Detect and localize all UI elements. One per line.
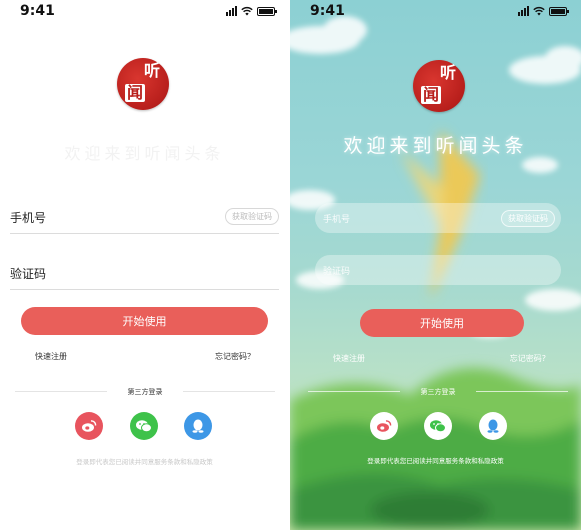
login-screen-light: 9:41 听 闻 欢迎来到听闻头条 手机号 获取验证码 验证码 开始使用 快速注… (0, 0, 289, 530)
divider-right (476, 391, 568, 392)
status-bar: 9:41 (0, 2, 289, 22)
qq-icon (192, 419, 204, 433)
legal-text: 登录即代表您已阅读并同意服务条款和私隐政策 (76, 458, 213, 466)
code-label: 验证码 (10, 267, 47, 281)
welcome-title: 欢迎来到听闻头条 (64, 144, 225, 163)
legal-text: 登录即代表您已阅读并同意服务条款和私隐政策 (367, 457, 504, 465)
third-party-title: 第三方登录 (420, 388, 456, 396)
qq-icon (487, 419, 499, 433)
code-field[interactable]: 验证码 (10, 259, 279, 290)
logo-char-top: 听 (439, 63, 456, 82)
status-icons (518, 6, 569, 16)
status-bar: 9:41 (290, 2, 581, 22)
wifi-icon (241, 6, 253, 16)
qq-button[interactable] (479, 412, 507, 440)
divider-left (308, 391, 400, 392)
start-button[interactable]: 开始使用 (360, 309, 524, 337)
weibo-button[interactable] (75, 412, 103, 440)
qq-button[interactable] (184, 412, 212, 440)
status-icons (226, 6, 277, 16)
weibo-icon (82, 420, 97, 432)
battery-icon (257, 6, 277, 16)
forgot-password-link[interactable]: 忘记密码? (510, 353, 546, 364)
divider-left (15, 391, 107, 392)
weibo-icon (377, 420, 392, 432)
phone-label: 手机号 (10, 211, 47, 225)
wechat-icon (430, 420, 446, 433)
wifi-icon (533, 6, 545, 16)
status-time: 9:41 (310, 3, 345, 19)
app-logo: 听 闻 (413, 60, 465, 112)
code-field[interactable]: 验证码 (315, 255, 561, 285)
get-code-button[interactable]: 获取验证码 (501, 210, 555, 227)
phone-field[interactable]: 手机号 获取验证码 (10, 203, 279, 234)
forgot-password-link[interactable]: 忘记密码？ (215, 351, 255, 362)
status-time: 9:41 (20, 3, 55, 19)
app-logo: 听 闻 (117, 58, 169, 110)
logo-char-bottom: 闻 (421, 85, 442, 104)
register-link[interactable]: 快速注册 (333, 353, 365, 364)
logo-char-top: 听 (143, 61, 160, 80)
weibo-button[interactable] (370, 412, 398, 440)
wechat-icon (136, 420, 152, 433)
register-link[interactable]: 快速注册 (35, 351, 67, 362)
start-button[interactable]: 开始使用 (21, 307, 268, 335)
divider-right (183, 391, 275, 392)
get-code-button[interactable]: 获取验证码 (225, 208, 279, 225)
signal-icon (226, 6, 237, 16)
battery-icon (549, 6, 569, 16)
phone-label: 手机号 (323, 215, 351, 225)
logo-char-bottom: 闻 (125, 83, 146, 102)
code-label: 验证码 (323, 267, 351, 277)
wechat-button[interactable] (130, 412, 158, 440)
wechat-button[interactable] (424, 412, 452, 440)
third-party-title: 第三方登录 (127, 388, 163, 396)
signal-icon (518, 6, 529, 16)
login-screen-themed: 9:41 听 闻 欢迎来到听闻头条 手机号 获取验证码 验证码 开始使用 快速注… (290, 0, 581, 530)
phone-field[interactable]: 手机号 获取验证码 (315, 203, 561, 233)
welcome-title: 欢迎来到听闻头条 (343, 135, 528, 157)
